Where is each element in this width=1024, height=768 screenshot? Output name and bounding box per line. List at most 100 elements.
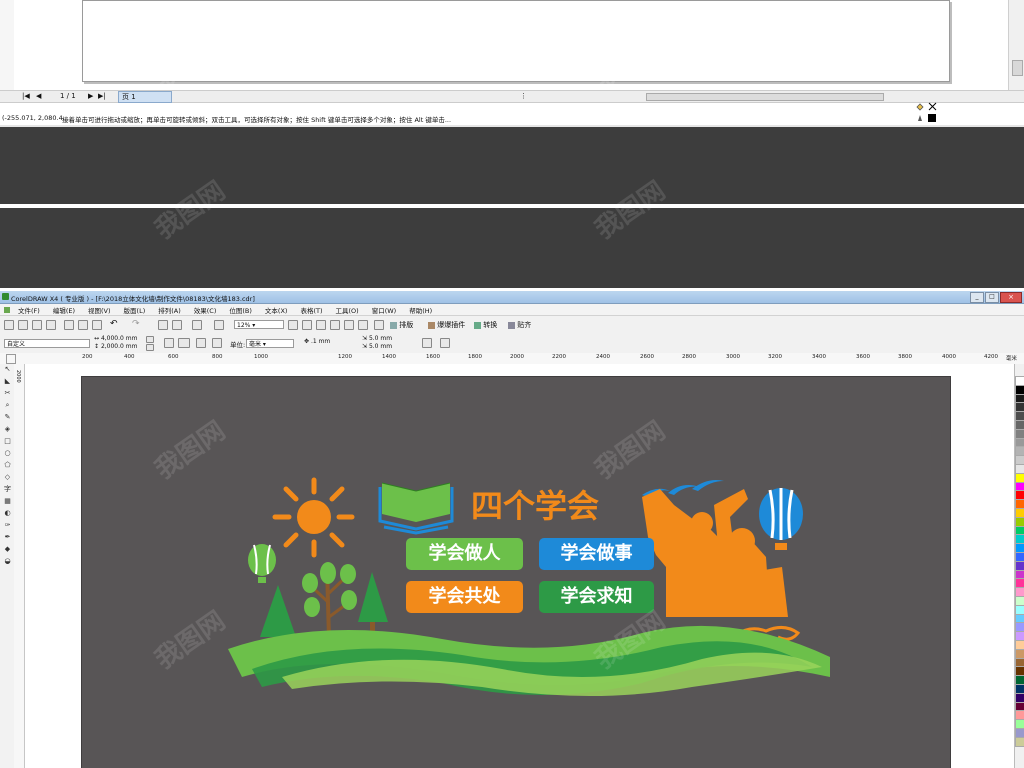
- artboard[interactable]: 四个学会 学会做人 学会做事 学会共处 学会求知: [82, 377, 950, 768]
- menu-table[interactable]: 表格(T): [300, 305, 322, 315]
- shape-tool-icon[interactable]: ◣: [3, 378, 12, 385]
- import-icon[interactable]: [158, 320, 168, 330]
- width-field[interactable]: ↔ 4,000.0 mm: [94, 335, 137, 342]
- print-icon[interactable]: [46, 320, 56, 330]
- menu-file[interactable]: 文件(F): [18, 305, 40, 315]
- zoom-out-icon[interactable]: [302, 320, 312, 330]
- freehand-tool-icon[interactable]: ✎: [3, 414, 12, 421]
- menu-view[interactable]: 视图(V): [88, 305, 111, 315]
- plugin-bao-button[interactable]: 爆爆插件: [428, 320, 468, 329]
- options-icon[interactable]: [440, 338, 450, 348]
- zoom-height-icon[interactable]: [344, 320, 354, 330]
- palette-swatch[interactable]: [1015, 481, 1024, 492]
- menu-text[interactable]: 文本(X): [265, 305, 288, 315]
- smart-fill-icon[interactable]: ◈: [3, 426, 12, 433]
- palette-swatch[interactable]: [1015, 657, 1024, 668]
- fill-tool-icon[interactable]: ◆: [3, 546, 12, 553]
- ellipse-tool-icon[interactable]: ○: [3, 450, 12, 457]
- palette-swatch[interactable]: [1015, 622, 1024, 633]
- palette-swatch[interactable]: [1015, 596, 1024, 606]
- palette-swatch[interactable]: [1015, 543, 1024, 554]
- palette-swatch[interactable]: [1015, 499, 1024, 510]
- snap-icon[interactable]: [374, 320, 384, 330]
- menu-layout[interactable]: 版面(L): [124, 305, 146, 315]
- palette-swatch[interactable]: [1015, 437, 1024, 448]
- palette-swatch[interactable]: [1015, 411, 1024, 422]
- zoom-page-icon[interactable]: [316, 320, 326, 330]
- palette-swatch[interactable]: [1015, 534, 1024, 545]
- snap-to-button[interactable]: 贴齐: [508, 320, 538, 329]
- copy-icon[interactable]: [78, 320, 88, 330]
- palette-swatch[interactable]: [1015, 701, 1024, 712]
- blend-tool-icon[interactable]: ◐: [3, 510, 12, 517]
- scroll-thumb[interactable]: [1012, 60, 1023, 76]
- portrait-icon[interactable]: [164, 338, 174, 348]
- palette-swatch[interactable]: [1015, 710, 1024, 721]
- redo-icon[interactable]: ↷: [132, 319, 140, 329]
- palette-swatch[interactable]: [1015, 472, 1024, 483]
- palette-swatch[interactable]: [1015, 428, 1024, 439]
- paste-icon[interactable]: [92, 320, 102, 330]
- eyedropper-icon[interactable]: ✑: [3, 522, 12, 529]
- new-icon[interactable]: [4, 320, 14, 330]
- palette-swatch[interactable]: [1015, 675, 1024, 686]
- ruler-origin[interactable]: [6, 354, 16, 364]
- palette-swatch[interactable]: [1015, 569, 1024, 580]
- polygon-tool-icon[interactable]: ⬠: [3, 462, 12, 469]
- palette-swatch[interactable]: [1015, 728, 1024, 738]
- unit-select[interactable]: 毫米 ▾: [246, 339, 294, 348]
- palette-swatch[interactable]: [1015, 525, 1024, 536]
- text-tool-icon[interactable]: 字: [3, 486, 12, 493]
- zoom-select[interactable]: 12% ▾: [234, 320, 284, 329]
- page-preset-select[interactable]: 自定义: [4, 339, 90, 348]
- export-icon[interactable]: [172, 320, 182, 330]
- palette-swatch[interactable]: [1015, 648, 1024, 659]
- menu-tools[interactable]: 工具(O): [336, 305, 359, 315]
- minimize-button[interactable]: _: [970, 292, 984, 303]
- palette-swatch[interactable]: [1015, 384, 1024, 395]
- palette-swatch[interactable]: [1015, 692, 1024, 703]
- menu-effects[interactable]: 效果(C): [194, 305, 217, 315]
- open-icon[interactable]: [18, 320, 28, 330]
- nudge-field[interactable]: ✥ .1 mm: [304, 338, 330, 345]
- palette-swatch[interactable]: [1015, 604, 1024, 615]
- menu-bitmaps[interactable]: 位图(B): [229, 305, 252, 315]
- table-tool-icon[interactable]: ▦: [3, 498, 12, 505]
- palette-swatch[interactable]: [1015, 516, 1024, 527]
- palette-swatch[interactable]: [1015, 464, 1024, 474]
- interactive-fill-icon[interactable]: ◒: [3, 558, 12, 565]
- menu-window[interactable]: 窗口(W): [372, 305, 397, 315]
- palette-swatch[interactable]: [1015, 684, 1024, 694]
- palette-swatch[interactable]: [1015, 613, 1024, 624]
- palette-swatch[interactable]: [1015, 455, 1024, 466]
- palette-swatch[interactable]: [1015, 640, 1024, 650]
- palette-swatch[interactable]: [1015, 376, 1024, 386]
- outline-tool-icon[interactable]: ✒: [3, 534, 12, 541]
- current-page-icon[interactable]: [212, 338, 222, 348]
- palette-swatch[interactable]: [1015, 666, 1024, 677]
- first-page-icon[interactable]: |◀: [22, 92, 30, 100]
- palette-swatch[interactable]: [1015, 552, 1024, 562]
- palette-swatch[interactable]: [1015, 402, 1024, 413]
- height-field[interactable]: ↕ 2,000.0 mm: [94, 343, 137, 350]
- palette-swatch[interactable]: [1015, 736, 1024, 747]
- zoom-selected-icon[interactable]: [358, 320, 368, 330]
- width-spin[interactable]: [146, 336, 154, 343]
- close-button[interactable]: ×: [1000, 292, 1022, 303]
- palette-swatch[interactable]: [1015, 719, 1024, 730]
- rectangle-tool-icon[interactable]: □: [3, 438, 12, 445]
- palette-swatch[interactable]: [1015, 446, 1024, 457]
- basic-shapes-icon[interactable]: ◇: [3, 474, 12, 481]
- vertical-scrollbar[interactable]: [1008, 0, 1024, 90]
- dup-y-field[interactable]: ⇲ 5.0 mm: [362, 343, 392, 350]
- menu-edit[interactable]: 编辑(E): [53, 305, 75, 315]
- menu-help[interactable]: 帮助(H): [409, 305, 432, 315]
- palette-swatch[interactable]: [1015, 578, 1024, 589]
- cut-icon[interactable]: [64, 320, 74, 330]
- save-icon[interactable]: [32, 320, 42, 330]
- pick-tool-icon[interactable]: ↖: [3, 366, 12, 373]
- palette-swatch[interactable]: [1015, 560, 1024, 571]
- plugin-layout-button[interactable]: 排版: [390, 320, 424, 329]
- palette-swatch[interactable]: [1015, 490, 1024, 501]
- maximize-button[interactable]: □: [985, 292, 999, 303]
